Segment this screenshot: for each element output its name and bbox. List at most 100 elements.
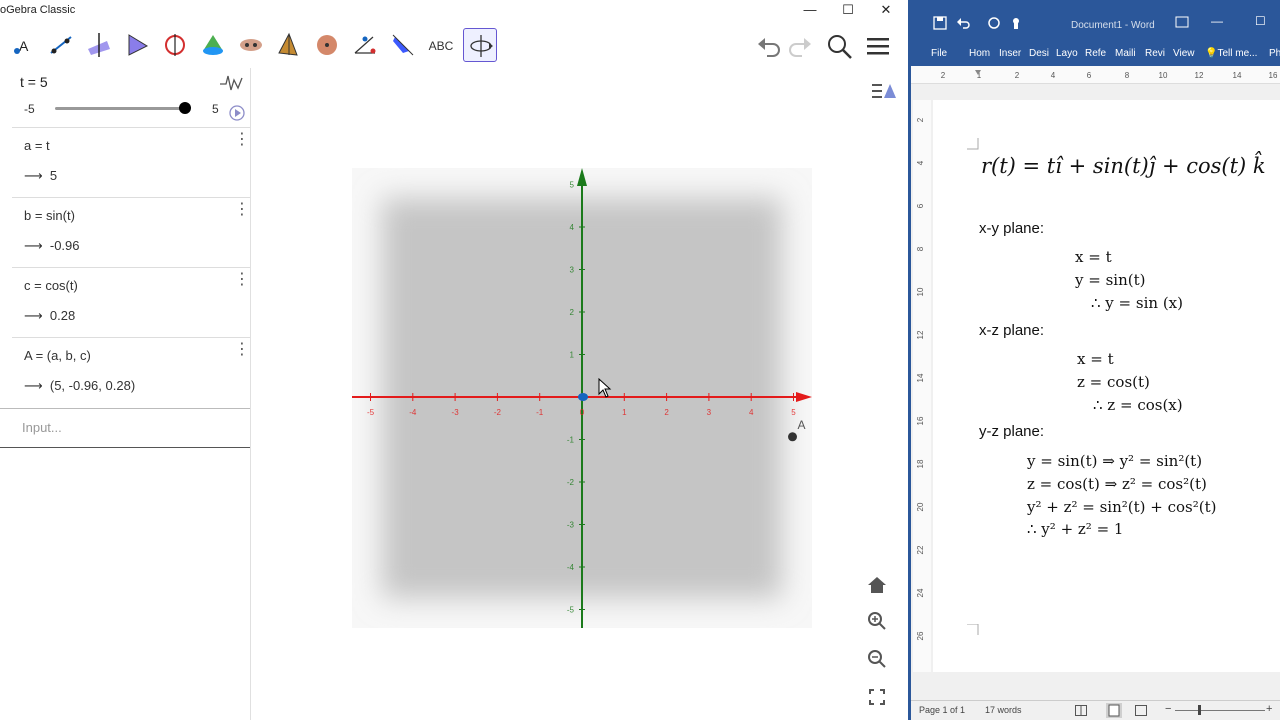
- minimize-button[interactable]: —: [1211, 14, 1223, 28]
- y-tick-label: 4: [570, 223, 575, 232]
- cone-tool-icon[interactable]: [196, 28, 230, 62]
- print-layout-icon[interactable]: [1106, 703, 1122, 718]
- x-tick-label: -2: [494, 408, 502, 417]
- tab-layout[interactable]: Layo: [1056, 46, 1078, 62]
- ruler-number: 24: [916, 588, 925, 597]
- ruler-number: 22: [916, 545, 925, 554]
- zoom-in-icon[interactable]: [862, 606, 892, 636]
- tab-view[interactable]: View: [1173, 46, 1195, 62]
- ruler-number: 2: [1015, 71, 1020, 80]
- tab-design[interactable]: Desi: [1029, 46, 1049, 62]
- more-options-icon[interactable]: ⋮: [234, 132, 250, 148]
- y-tick-label: 1: [570, 351, 575, 360]
- coordinate-plot[interactable]: -5 -4 -3 -2 -1 0 1 2 3 4 5 5 4 3 2 1 -1 -2 -3 -4 -5 A: [352, 168, 812, 628]
- algebra-row-b[interactable]: b = sin(t) ⟶ -0.96 ⋮: [12, 198, 250, 268]
- margin-mark: [967, 624, 979, 635]
- ruler-number: 8: [916, 246, 925, 251]
- point-A: [788, 432, 797, 442]
- x-tick-label: -3: [452, 408, 460, 417]
- redo-icon[interactable]: [786, 32, 814, 60]
- y-tick-label: -5: [567, 606, 575, 615]
- save-icon[interactable]: [933, 16, 947, 30]
- zoom-slider[interactable]: [1175, 710, 1265, 711]
- tab-home[interactable]: Hom: [969, 46, 990, 62]
- fullscreen-icon[interactable]: [862, 682, 892, 712]
- slider-track[interactable]: [55, 107, 186, 110]
- ruler-number: 10: [916, 287, 925, 296]
- web-layout-icon[interactable]: [1135, 705, 1147, 716]
- reflect-tool-icon[interactable]: [386, 28, 420, 62]
- word-window: Document1 - Word — ☐ File Hom Inser Desi…: [908, 0, 1280, 720]
- search-icon[interactable]: [825, 32, 853, 60]
- tab-insert[interactable]: Inser: [999, 46, 1021, 62]
- line-tool-icon[interactable]: [44, 28, 78, 62]
- zoom-slider-thumb[interactable]: [1198, 705, 1201, 715]
- circle-tool-icon[interactable]: [158, 28, 192, 62]
- equation-line: z = cos(t): [1077, 373, 1150, 391]
- x-tick-label: 3: [707, 408, 712, 417]
- style-bar-toggle-icon[interactable]: [868, 76, 898, 106]
- minimize-button[interactable]: —: [790, 0, 830, 22]
- intersect-tool-icon[interactable]: [234, 28, 268, 62]
- tab-extra[interactable]: Ph: [1269, 46, 1280, 62]
- tab-mailings[interactable]: Maili: [1115, 46, 1136, 62]
- equation-line: x = t: [1077, 350, 1114, 368]
- more-options-icon[interactable]: ⋮: [234, 342, 250, 358]
- tab-review[interactable]: Revi: [1145, 46, 1165, 62]
- maximize-button[interactable]: ☐: [1255, 14, 1266, 28]
- zoom-in-button[interactable]: +: [1266, 703, 1272, 715]
- undo-icon[interactable]: [957, 16, 971, 30]
- play-icon[interactable]: [228, 104, 246, 122]
- close-button[interactable]: ✕: [866, 0, 906, 22]
- redo-icon[interactable]: [987, 16, 1001, 30]
- y-tick-label: -1: [567, 436, 575, 445]
- origin-marker: [578, 393, 588, 401]
- ribbon-display-icon[interactable]: [1175, 16, 1189, 28]
- y-tick-label: 5: [570, 181, 575, 190]
- more-options-icon[interactable]: ⋮: [234, 272, 250, 288]
- slider-knob[interactable]: [179, 102, 191, 114]
- angle-tool-icon[interactable]: [348, 28, 382, 62]
- text-tool[interactable]: ABC: [424, 28, 458, 62]
- algebra-row-a[interactable]: a = t ⟶ 5 ⋮: [12, 128, 250, 198]
- horizontal-ruler[interactable]: 2 1 2 4 6 8 10 12 14 16: [911, 66, 1280, 84]
- read-mode-icon[interactable]: [1075, 705, 1087, 716]
- page-count[interactable]: Page 1 of 1: [919, 705, 965, 715]
- y-tick-label: -3: [567, 521, 575, 530]
- ruler-number: 16: [916, 416, 925, 425]
- input-bar[interactable]: Input...: [0, 408, 250, 448]
- touch-mode-icon[interactable]: [1009, 16, 1023, 30]
- sphere-tool-icon[interactable]: [310, 28, 344, 62]
- vertical-ruler[interactable]: 2 4 6 8 10 12 14 16 18 20 22 24 26: [913, 100, 931, 672]
- zoom-out-button[interactable]: −: [1165, 703, 1171, 715]
- ruler-number: 6: [916, 203, 925, 208]
- x-tick-label: 2: [664, 408, 669, 417]
- move-tool-icon[interactable]: A: [6, 28, 40, 62]
- more-options-icon[interactable]: ⋮: [234, 202, 250, 218]
- tab-references[interactable]: Refe: [1085, 46, 1106, 62]
- x-tick-label: 1: [622, 408, 627, 417]
- pyramid-tool-icon[interactable]: [272, 28, 306, 62]
- document-page[interactable]: r(t) = tî + sin(t)ĵ + cos(t) k̂ x-y plan…: [933, 100, 1280, 672]
- algebra-row-A[interactable]: A = (a, b, c) ⟶ (5, -0.96, 0.28) ⋮: [12, 338, 250, 408]
- undo-icon[interactable]: [755, 32, 783, 60]
- ruler-number: 18: [916, 459, 925, 468]
- polygon-tool-icon[interactable]: [120, 28, 154, 62]
- perpendicular-line-tool-icon[interactable]: [82, 28, 116, 62]
- algebra-row-c[interactable]: c = cos(t) ⟶ 0.28 ⋮: [12, 268, 250, 338]
- geogebra-window: oGebra Classic — ☐ ✕ A ABC t = 5 -5 5 a …: [0, 0, 908, 720]
- ruler-number: 14: [916, 373, 925, 382]
- word-title-bar: Document1 - Word — ☐: [911, 0, 1280, 44]
- word-count[interactable]: 17 words: [985, 705, 1022, 715]
- rotate-view-tool-icon[interactable]: [463, 28, 497, 62]
- maximize-button[interactable]: ☐: [828, 0, 868, 22]
- equation-line: ∴ y = sin (x): [1091, 294, 1183, 312]
- tab-file[interactable]: File: [931, 46, 947, 62]
- equation-line: ∴ y² + z² = 1: [1027, 520, 1124, 538]
- home-icon[interactable]: [862, 570, 892, 600]
- ruler-number: 4: [1051, 71, 1056, 80]
- zoom-out-icon[interactable]: [862, 644, 892, 674]
- menu-icon[interactable]: [865, 32, 893, 60]
- tell-me-search[interactable]: 💡Tell me...: [1205, 46, 1257, 62]
- animation-style-icon[interactable]: [218, 70, 246, 98]
